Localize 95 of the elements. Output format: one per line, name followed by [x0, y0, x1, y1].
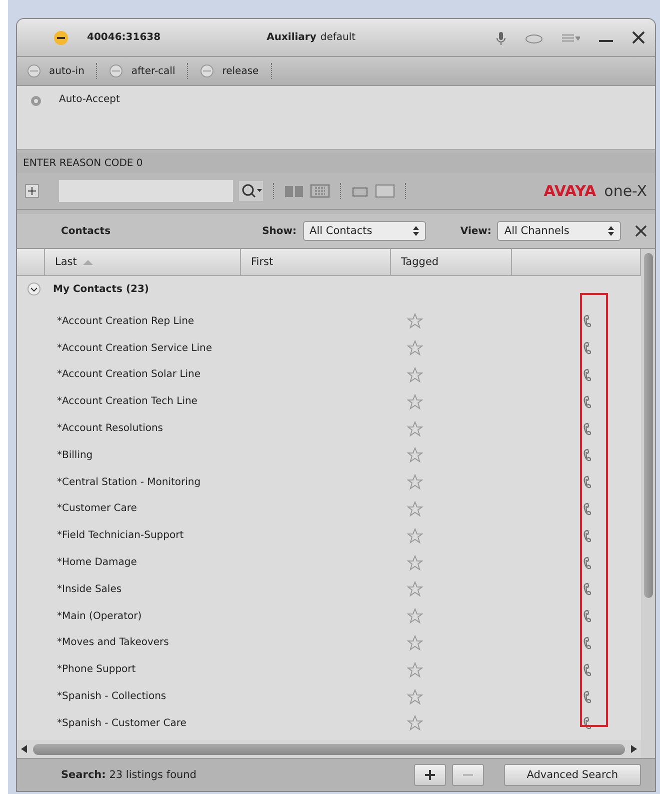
star-icon[interactable]: [407, 313, 423, 330]
star-icon[interactable]: [407, 474, 423, 490]
phone-icon[interactable]: [583, 313, 591, 330]
column-header[interactable]: Last: [45, 249, 241, 275]
menu-icon[interactable]: [562, 32, 580, 42]
sort-icon: [82, 259, 93, 265]
phone-icon[interactable]: [583, 608, 591, 624]
agent-state: Auxiliary: [266, 32, 316, 43]
scroll-right-icon[interactable]: [631, 745, 637, 753]
dialpad-icon[interactable]: [310, 184, 330, 198]
phone-icon[interactable]: [583, 474, 591, 490]
star-icon[interactable]: [407, 500, 423, 517]
contact-name[interactable]: *Inside Sales: [57, 584, 407, 595]
star-icon[interactable]: [407, 634, 423, 651]
star-icon[interactable]: [407, 420, 423, 437]
phone-icon[interactable]: [583, 394, 591, 410]
brand-product: one-X: [604, 182, 647, 200]
phone-icon[interactable]: [583, 554, 591, 571]
book-icon[interactable]: [284, 184, 304, 198]
contact-name[interactable]: *Account Resolutions: [57, 423, 407, 434]
contact-name[interactable]: *Phone Support: [57, 664, 407, 676]
star-icon[interactable]: [407, 366, 423, 383]
work-mode-button[interactable]: release: [222, 66, 259, 76]
view-label: View:: [460, 226, 492, 236]
contact-name[interactable]: *Billing: [57, 450, 407, 461]
mode-icon: [27, 64, 41, 78]
add-button[interactable]: [414, 764, 446, 786]
advanced-search-button[interactable]: Advanced Search: [504, 764, 641, 786]
contact-name[interactable]: *Main (Operator): [57, 610, 407, 622]
contact-name[interactable]: *Account Creation Tech Line: [57, 396, 407, 408]
show-label: Show:: [262, 226, 297, 236]
star-icon[interactable]: [407, 581, 423, 598]
contact-name[interactable]: *Central Station - Monitoring: [57, 476, 407, 488]
phone-icon[interactable]: [583, 662, 591, 678]
scroll-left-icon[interactable]: [21, 745, 27, 753]
mode-icon: [200, 64, 214, 78]
phone-icon[interactable]: [583, 340, 591, 356]
plus-icon: [424, 770, 435, 780]
contact-name[interactable]: *Account Creation Service Line: [57, 342, 407, 354]
close-icon[interactable]: [632, 31, 645, 44]
add-icon[interactable]: [25, 184, 39, 198]
phone-icon[interactable]: [583, 634, 591, 651]
contact-name[interactable]: *Spanish - Collections: [57, 691, 407, 702]
state-value: default: [320, 32, 356, 43]
star-icon[interactable]: [407, 554, 423, 571]
star-icon[interactable]: [407, 394, 423, 410]
panel-icon[interactable]: [375, 184, 395, 198]
contact-name[interactable]: *Field Technician-Support: [57, 530, 407, 542]
contact-name[interactable]: *Home Damage: [57, 557, 407, 568]
search-status: Search: 23 listings found: [61, 769, 196, 781]
star-icon[interactable]: [407, 715, 423, 732]
phone-icon[interactable]: [583, 581, 591, 598]
star-icon[interactable]: [407, 608, 423, 624]
phone-icon[interactable]: [583, 688, 591, 705]
reason-code-label: ENTER REASON CODE 0: [23, 158, 143, 168]
contact-name[interactable]: *Account Creation Solar Line: [57, 369, 407, 380]
gear-icon[interactable]: [29, 94, 43, 108]
status-icon[interactable]: [53, 30, 69, 46]
collapse-icon[interactable]: [27, 282, 41, 296]
phone-icon[interactable]: [583, 366, 591, 383]
phone-icon[interactable]: [583, 715, 591, 732]
brand-logo: AVAYA: [544, 182, 596, 200]
star-icon[interactable]: [407, 528, 423, 544]
view-dropdown[interactable]: All Channels: [497, 221, 622, 241]
phone-icon[interactable]: [583, 420, 591, 437]
microphone-icon[interactable]: [496, 30, 506, 44]
dropdown-arrows-icon: [413, 226, 420, 236]
dropdown-arrows-icon: [608, 226, 614, 236]
vertical-scrollbar[interactable]: [644, 253, 652, 598]
column-header[interactable]: Tagged: [391, 249, 512, 275]
remove-button[interactable]: [452, 764, 484, 786]
column-header[interactable]: First: [241, 249, 391, 275]
phone-icon[interactable]: [583, 528, 591, 544]
contact-name[interactable]: *Moves and Takeovers: [57, 637, 407, 648]
contacts-title: Contacts: [61, 226, 112, 236]
horizontal-scrollbar[interactable]: [33, 744, 625, 754]
auto-accept-label[interactable]: Auto-Accept: [59, 94, 120, 105]
phone-icon[interactable]: [583, 500, 591, 517]
contact-name[interactable]: *Customer Care: [57, 503, 407, 514]
search-icon[interactable]: [239, 181, 263, 201]
work-mode-button[interactable]: auto-in: [49, 66, 84, 76]
close-icon[interactable]: [635, 225, 648, 237]
extension-number: 40046:31638: [87, 32, 161, 43]
star-icon[interactable]: [407, 688, 423, 705]
star-icon[interactable]: [407, 340, 423, 356]
work-mode-button[interactable]: after-call: [131, 66, 176, 76]
mode-icon: [109, 64, 124, 78]
group-label: My Contacts (23): [53, 284, 150, 294]
star-icon[interactable]: [407, 447, 423, 464]
show-dropdown[interactable]: All Contacts: [302, 221, 426, 241]
contact-name[interactable]: *Spanish - Customer Care: [57, 718, 407, 729]
search-field[interactable]: [59, 180, 233, 202]
contact-name[interactable]: *Account Creation Rep Line: [57, 316, 407, 327]
star-icon[interactable]: [407, 662, 423, 678]
phone-icon[interactable]: [583, 447, 591, 464]
